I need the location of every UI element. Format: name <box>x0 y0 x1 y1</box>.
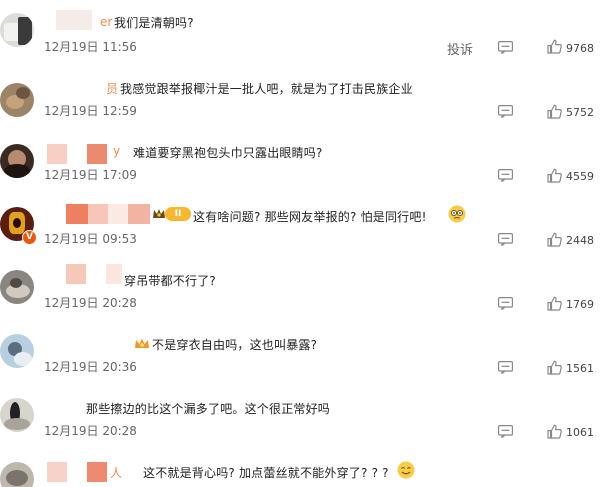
comment-bubble-icon[interactable] <box>498 297 513 310</box>
username-redacted[interactable] <box>47 144 109 164</box>
comment-bubble-icon[interactable] <box>498 105 513 118</box>
comment-item: 穿吊带都不行了? 12月19日 20:28 1769 <box>0 256 613 320</box>
username-redacted[interactable] <box>47 462 107 482</box>
comment-text: 穿吊带都不行了? <box>124 274 216 288</box>
comment-item: 人 这不就是背心吗? 加点蕾丝就不能外穿了? ? ? <box>0 448 613 487</box>
smiling-face-icon <box>397 461 415 479</box>
username-redacted[interactable] <box>66 264 122 284</box>
thumbs-up-icon[interactable] <box>547 360 562 375</box>
verified-badge: V <box>22 230 37 245</box>
thumbs-up-icon[interactable] <box>547 39 562 54</box>
comment-text: 这有啥问题? 那些网友举报的? 怕是同行吧! <box>193 210 427 224</box>
medal-badge: II <box>152 206 192 222</box>
comment-text: 难道要穿黑袍包头巾只露出眼睛吗? <box>133 146 323 160</box>
comment-text: 不是穿衣自由吗，这也叫暴露? <box>152 338 318 352</box>
avatar[interactable] <box>0 334 34 368</box>
username-tail[interactable]: er <box>100 15 112 29</box>
comment-bubble-icon[interactable] <box>498 361 513 374</box>
like-count: 4559 <box>566 170 594 183</box>
comment-item: y 难道要穿黑袍包头巾只露出眼睛吗? 12月19日 17:09 4559 <box>0 128 613 192</box>
comment-date: 12月19日 20:28 <box>44 424 137 438</box>
comment-bubble-icon[interactable] <box>498 233 513 246</box>
comment-date: 12月19日 20:36 <box>44 360 137 374</box>
avatar[interactable] <box>0 144 34 178</box>
username-redacted[interactable] <box>56 10 92 30</box>
like-count: 1769 <box>566 298 594 311</box>
comment-item: er 我们是清朝吗? 12月19日 11:56 投诉 9768 <box>0 0 613 64</box>
comment-item: V II 这有啥问题? 那些网友举报的? 怕是同行吧! 12月19日 09:53 <box>0 192 613 256</box>
thinking-face-icon <box>448 205 466 223</box>
comment-item: 那些擦边的比这个漏多了吧。这个很正常好吗 12月19日 20:28 1061 <box>0 384 613 448</box>
medal-level: II <box>165 207 191 221</box>
comment-bubble-icon[interactable] <box>498 425 513 438</box>
comment-text: 这不就是背心吗? 加点蕾丝就不能外穿了? ? ? <box>143 466 389 480</box>
comment-item: 员 我感觉跟举报椰汁是一批人吧，就是为了打击民族企业 12月19日 12:59 … <box>0 64 613 128</box>
comment-date: 12月19日 09:53 <box>44 232 137 246</box>
comment-date: 12月19日 11:56 <box>44 40 137 54</box>
comment-text: 我们是清朝吗? <box>114 16 194 30</box>
avatar[interactable] <box>0 270 34 304</box>
comment-date: 12月19日 17:09 <box>44 168 137 182</box>
crown-icon <box>135 338 149 348</box>
avatar[interactable] <box>0 462 34 487</box>
thumbs-up-icon[interactable] <box>547 424 562 439</box>
like-count: 5752 <box>566 106 594 119</box>
avatar[interactable] <box>0 83 34 117</box>
comment-bubble-icon[interactable] <box>498 41 513 54</box>
report-button[interactable]: 投诉 <box>447 39 473 58</box>
username-tail[interactable]: y <box>113 144 120 158</box>
like-count: 1561 <box>566 362 594 375</box>
thumbs-up-icon[interactable] <box>547 104 562 119</box>
username-tail[interactable]: 员 <box>106 80 118 97</box>
avatar[interactable] <box>0 13 34 47</box>
comment-item: 不是穿衣自由吗，这也叫暴露? 12月19日 20:36 1561 <box>0 320 613 384</box>
comment-list: er 我们是清朝吗? 12月19日 11:56 投诉 9768 员 我感觉跟举报… <box>0 0 613 487</box>
comment-date: 12月19日 12:59 <box>44 104 137 118</box>
comment-date: 12月19日 20:28 <box>44 296 137 310</box>
like-count: 1061 <box>566 426 594 439</box>
comment-bubble-icon[interactable] <box>498 169 513 182</box>
avatar[interactable] <box>0 398 34 432</box>
username-tail[interactable]: 人 <box>110 464 122 481</box>
like-count: 9768 <box>566 42 594 55</box>
crown-icon <box>153 209 165 218</box>
comment-text: 我感觉跟举报椰汁是一批人吧，就是为了打击民族企业 <box>120 82 413 96</box>
thumbs-up-icon[interactable] <box>547 296 562 311</box>
username-redacted[interactable] <box>66 204 150 224</box>
thumbs-up-icon[interactable] <box>547 168 562 183</box>
comment-text: 那些擦边的比这个漏多了吧。这个很正常好吗 <box>86 402 331 416</box>
like-count: 2448 <box>566 234 594 247</box>
thumbs-up-icon[interactable] <box>547 232 562 247</box>
